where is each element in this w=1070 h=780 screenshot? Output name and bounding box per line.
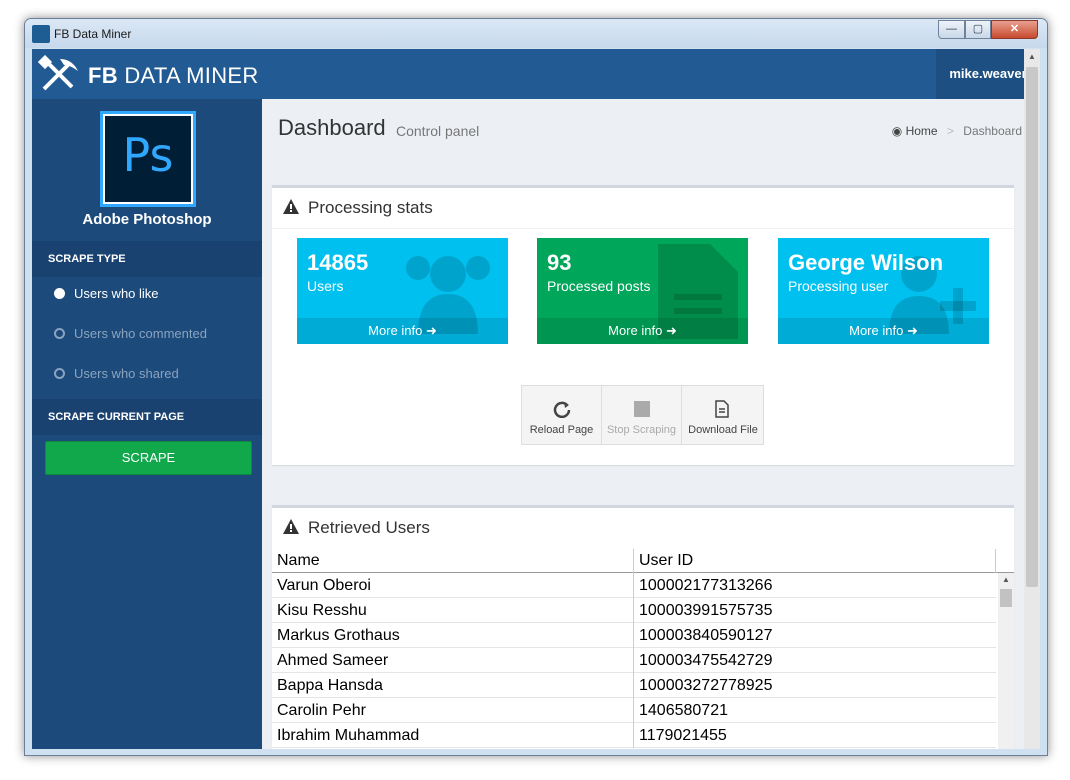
table-row[interactable]: Ibrahim Muhammad 1179021455 (272, 723, 996, 748)
app-window: FB Data Miner — ▢ ✕ FB DATA MINER mike.w… (24, 18, 1048, 756)
client-area: FB DATA MINER mike.weaver Ps Adobe Photo… (32, 49, 1040, 749)
breadcrumb: ◉ Home > Dashboard (892, 124, 1022, 138)
window-scrollbar[interactable]: ▲ (1024, 49, 1040, 749)
cell-name: Kisu Resshu (272, 598, 634, 623)
window-titlebar[interactable]: FB Data Miner — ▢ ✕ (25, 19, 1047, 48)
table-header: Name User ID (272, 549, 1014, 573)
user-more-info-link[interactable]: More info ➜ (778, 318, 989, 344)
window-title: FB Data Miner (54, 27, 132, 41)
app-icon (32, 25, 50, 43)
scroll-up-icon[interactable]: ▲ (1028, 52, 1036, 61)
users-label: Users (307, 278, 344, 294)
main-content: Dashboard Control panel ◉ Home > Dashboa… (262, 99, 1024, 749)
divider (272, 228, 1014, 229)
cell-user-id: 100002177313266 (639, 577, 773, 594)
cell-name: Ibrahim Muhammad (272, 723, 634, 748)
scrape-current-header: SCRAPE CURRENT PAGE (32, 399, 262, 435)
cell-user-id: 100003475542729 (639, 652, 773, 669)
cell-user-id: 100003840590127 (639, 627, 773, 644)
table-row[interactable]: Kisu Resshu 100003991575735 (272, 598, 996, 623)
processing-user-tile: George Wilson Processing user More info … (778, 238, 989, 344)
stats-box-title: Processing stats (308, 198, 433, 217)
cell-user-id: 1179021455 (639, 727, 727, 744)
breadcrumb-home[interactable]: Home (906, 124, 938, 138)
reload-page-button[interactable]: Reload Page (522, 386, 602, 444)
cell-name: Markus Grothaus (272, 623, 634, 648)
file-text-icon (715, 400, 729, 418)
processed-posts-label: Processed posts (547, 278, 651, 294)
dashboard-icon: ◉ (891, 124, 903, 138)
radio-users-who-shared[interactable]: Users who shared (32, 354, 262, 394)
page-subtitle: Control panel (396, 123, 480, 139)
warning-icon (283, 519, 299, 534)
posts-more-info-link[interactable]: More info ➜ (537, 318, 748, 344)
stop-scraping-button[interactable]: Stop Scraping (602, 386, 682, 444)
table-row[interactable]: Markus Grothaus 100003840590127 (272, 623, 996, 648)
cell-name: Bappa Hansda (272, 673, 634, 698)
control-button-group: Reload Page Stop Scraping Download File (521, 385, 764, 445)
arrow-circle-right-icon: ➜ (425, 323, 437, 338)
radio-selected-icon (54, 288, 65, 299)
close-button[interactable]: ✕ (991, 20, 1038, 39)
column-header-name[interactable]: Name (272, 549, 634, 573)
processing-user-label: Processing user (788, 278, 889, 294)
radio-users-who-commented[interactable]: Users who commented (32, 314, 262, 354)
scroll-down-icon[interactable]: ▼ (1002, 748, 1010, 749)
users-box-title: Retrieved Users (308, 518, 430, 537)
radio-unselected-icon (54, 328, 65, 339)
cell-name: Ahmed Sameer (272, 648, 634, 673)
download-file-button[interactable]: Download File (682, 386, 764, 444)
users-count-tile: 14865 Users More info ➜ (297, 238, 508, 344)
pickaxe-shovel-icon (38, 55, 78, 91)
cell-user-id: 100003272778925 (639, 677, 773, 694)
page-title: Dashboard (278, 115, 386, 140)
table-row[interactable]: Carolin Pehr 1406580721 (272, 698, 996, 723)
processing-user-name: George Wilson (788, 250, 944, 275)
column-header-user-id[interactable]: User ID (634, 549, 996, 573)
breadcrumb-current: Dashboard (963, 124, 1022, 138)
refresh-icon (553, 401, 571, 418)
table-row[interactable]: Ahmed Sameer 100003475542729 (272, 648, 996, 673)
arrow-circle-right-icon: ➜ (906, 323, 918, 338)
table-row[interactable]: Bappa Hansda 100003272778925 (272, 673, 996, 698)
warning-icon (283, 199, 299, 214)
scrape-button[interactable]: SCRAPE (45, 441, 252, 475)
maximize-button[interactable]: ▢ (965, 20, 991, 39)
cell-user-id: 1406580721 (639, 702, 728, 719)
retrieved-users-box: Retrieved Users Name User ID Varun Obero… (272, 505, 1014, 749)
scroll-up-icon[interactable]: ▲ (1002, 575, 1010, 584)
app-logo-photoshop: Ps (100, 111, 196, 207)
stop-icon (634, 401, 650, 417)
users-more-info-link[interactable]: More info ➜ (297, 318, 508, 344)
app-name: Adobe Photoshop (82, 211, 212, 228)
radio-users-who-like[interactable]: Users who like (32, 274, 262, 314)
table-scroll-thumb[interactable] (1000, 589, 1012, 607)
window-scroll-thumb[interactable] (1026, 67, 1038, 587)
minimize-button[interactable]: — (938, 20, 965, 39)
table-row[interactable]: Varun Oberoi 100002177313266 (272, 573, 996, 598)
processed-posts-count: 93 (547, 250, 572, 275)
breadcrumb-separator: > (946, 124, 954, 138)
arrow-circle-right-icon: ➜ (665, 323, 677, 338)
cell-name: Varun Oberoi (272, 573, 634, 598)
table-scrollbar[interactable]: ▲ ▼ (998, 573, 1014, 749)
users-count: 14865 (307, 250, 369, 275)
processed-posts-tile: 93 Processed posts More info ➜ (537, 238, 748, 344)
cell-name: Carolin Pehr (272, 698, 634, 723)
brand-title: FB DATA MINER (88, 63, 259, 88)
sidebar: Ps Adobe Photoshop SCRAPE TYPE Users who… (32, 99, 262, 749)
cell-user-id: 100003991575735 (639, 602, 773, 619)
top-header: FB DATA MINER mike.weaver (32, 49, 1040, 99)
processing-stats-box: Processing stats 14865 Users More info ➜… (272, 185, 1014, 465)
scrape-type-header: SCRAPE TYPE (32, 241, 262, 277)
users-table: Name User ID Varun Oberoi 100002177313266… (272, 549, 1014, 749)
radio-unselected-icon (54, 368, 65, 379)
